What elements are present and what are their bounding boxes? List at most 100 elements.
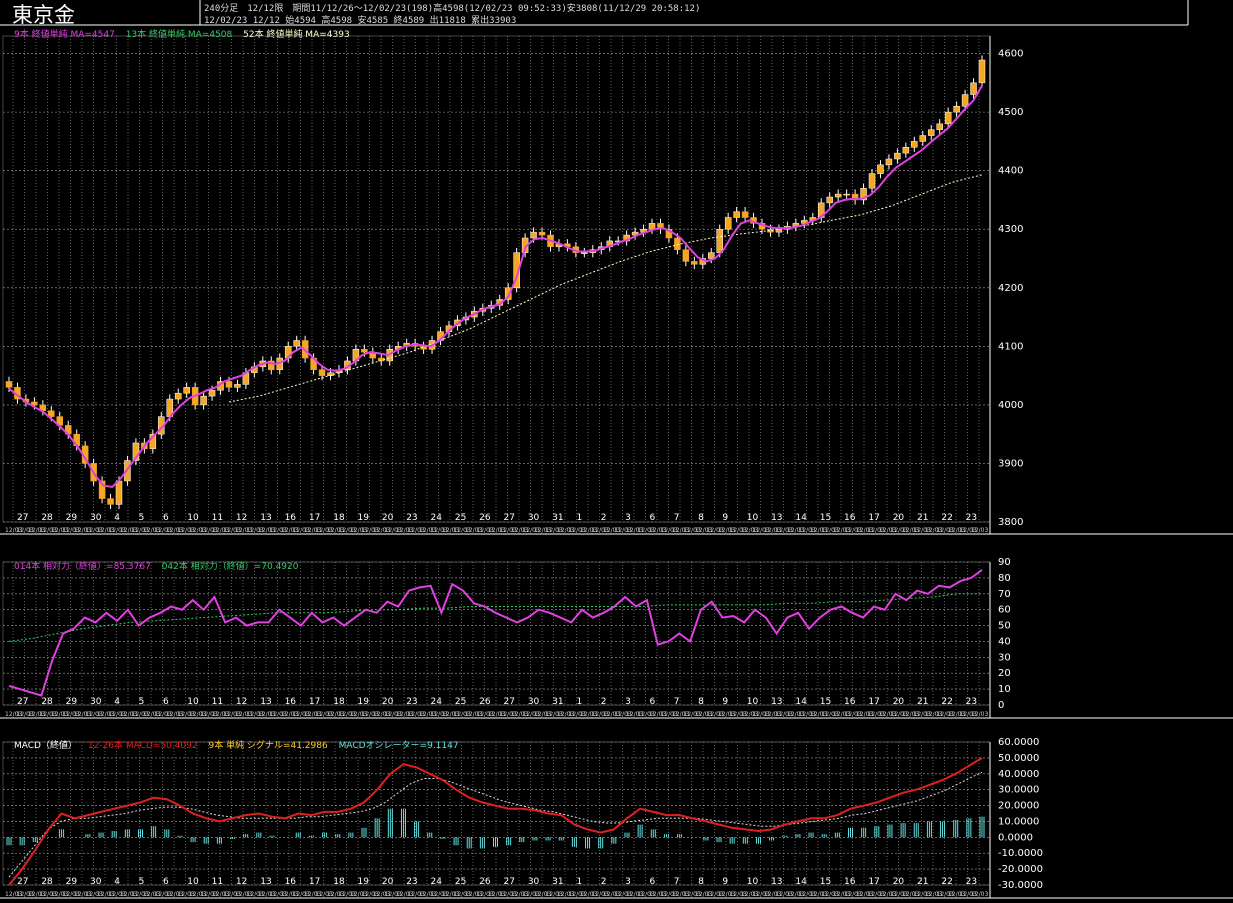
signal-legend: 9本 単純 シグナル=41.2986 <box>208 741 328 751</box>
rsi-x-date-label: 27 <box>17 697 28 707</box>
candle-body <box>877 164 884 174</box>
price-x-date-label: 27 <box>504 513 515 523</box>
rsi-x-date-label: 18 <box>333 697 345 707</box>
macd-x-date-label: 7 <box>674 877 680 887</box>
candle-body <box>183 387 190 394</box>
rsi-x-date-label: 10 <box>187 697 199 707</box>
candle-body <box>716 228 723 253</box>
ma9-line <box>8 85 983 488</box>
macd-x-date-label: 16 <box>844 877 856 887</box>
candle-body <box>674 237 681 250</box>
price-x-date-label: 21 <box>917 513 928 523</box>
price-x-date-label: 30 <box>90 513 102 523</box>
candle-body <box>107 498 114 505</box>
price-y-tick-label: 4200 <box>998 283 1023 294</box>
macd-x-date-label: 9 <box>722 877 728 887</box>
price-x-date-label: 12 <box>236 513 247 523</box>
rsi-x-date-label: 26 <box>479 697 491 707</box>
candle-body <box>834 193 842 198</box>
price-x-date-label: 20 <box>893 513 905 523</box>
candle-body <box>961 94 969 107</box>
price-y-tick-label: 4600 <box>998 49 1023 60</box>
rsi-x-date-label: 23 <box>966 697 977 707</box>
price-x-date-label: 28 <box>41 513 53 523</box>
rsi-legend: 014本 相対力（終値）=85.3767 042本 相対力（終値）=70.492… <box>14 559 307 572</box>
rsi-x-date-label: 23 <box>406 697 417 707</box>
price-y-tick-label: 4100 <box>998 341 1023 352</box>
price-x-date-label: 18 <box>333 513 345 523</box>
macd-x-date-label: 29 <box>66 877 78 887</box>
macd-x-date-label: 21 <box>917 877 928 887</box>
chart-canvas: 38003900400041004200430044004500460027 28… <box>0 0 1233 899</box>
price-x-date-label: 1 <box>576 513 582 523</box>
rsi-x-date-label: 13 <box>260 697 271 707</box>
price-x-date-label: 17 <box>868 513 879 523</box>
rsi-x-date-label: 20 <box>893 697 905 707</box>
macd-x-date-label: 14 <box>795 877 807 887</box>
price-x-date-label: 13 <box>260 513 271 523</box>
rsi-x-date-label: 14 <box>795 697 807 707</box>
price-x-date-label: 27 <box>17 513 28 523</box>
candle-body <box>234 384 241 388</box>
rsi-x-date-label: 7 <box>674 697 680 707</box>
price-x-date-label: 14 <box>795 513 807 523</box>
macd-y-tick-label: 40.0000 <box>998 769 1039 780</box>
candle-body <box>902 147 910 154</box>
candle-body <box>927 129 935 136</box>
macd-x-date-label: 1 <box>576 877 582 887</box>
rsi-x-date-label: 24 <box>431 697 443 707</box>
candle-body <box>225 381 233 388</box>
macd-x-date-label: 17 <box>309 877 320 887</box>
rsi-y-tick-label: 50 <box>998 621 1011 632</box>
macd-y-tick-label: 0.0000 <box>998 832 1033 843</box>
macd-x-date-label: 12 <box>236 877 247 887</box>
candle-body <box>581 252 588 254</box>
price-x-date-label: 6 <box>649 513 655 523</box>
ohlc-info: 12/02/23 12/12 始4594 高4598 安4585 終4589 出… <box>204 16 517 26</box>
rsi-x-date-label: 11 <box>212 697 223 707</box>
rsi-x-date-label: 5 <box>139 697 145 707</box>
macd-x-date-label: 6 <box>163 877 169 887</box>
candle-body <box>894 152 901 160</box>
price-x-date-label: 30 <box>528 513 540 523</box>
macd-x-date-label: 5 <box>139 877 145 887</box>
macd-x-date-label: 20 <box>382 877 394 887</box>
macd-x-date-label: 8 <box>698 877 704 887</box>
candle-body <box>885 158 893 166</box>
rsi-x-date-label: 30 <box>528 697 540 707</box>
macd-x-date-label: 20 <box>893 877 905 887</box>
candle-body <box>978 59 986 84</box>
price-x-date-label: 25 <box>455 513 466 523</box>
candle-body <box>208 390 216 397</box>
price-x-date-label: 15 <box>820 513 831 523</box>
price-x-date-label: 4 <box>114 513 120 523</box>
candle-body <box>691 261 698 265</box>
rsi-x-date-label: 27 <box>504 697 515 707</box>
macd-title: MACD（終値） <box>14 741 77 751</box>
candle-body <box>361 349 368 353</box>
rsi-x-date-label: 19 <box>358 697 370 707</box>
rsi-x-time-label: 12/03 <box>971 711 988 718</box>
candle-body <box>733 211 740 218</box>
price-x-date-label: 2 <box>601 513 607 523</box>
candle-body <box>538 231 546 236</box>
macd-x-date-label: 6 <box>649 877 655 887</box>
rsi-x-date-label: 25 <box>455 697 466 707</box>
rsi-x-date-label: 21 <box>917 697 928 707</box>
rsi-x-date-label: 17 <box>868 697 879 707</box>
macd-x-date-label: 23 <box>406 877 417 887</box>
macd-x-date-label: 10 <box>747 877 759 887</box>
ma13-legend: 13本 終値単純 MA=4508 <box>125 30 233 40</box>
price-x-date-label: 22 <box>941 513 952 523</box>
rsi-y-tick-label: 10 <box>998 684 1011 695</box>
rsi-y-tick-label: 20 <box>998 668 1011 679</box>
candle-body <box>843 193 850 196</box>
ma52-line <box>228 174 983 403</box>
macd-y-tick-label: 60.0000 <box>998 737 1039 748</box>
rsi-x-date-label: 20 <box>382 697 394 707</box>
macd-legend: MACD（終値） 12-26本 MACD=50.4092 9本 単純 シグナル=… <box>14 738 467 751</box>
price-y-tick-label: 4300 <box>998 224 1023 235</box>
macd-x-date-label: 27 <box>17 877 28 887</box>
macd-x-date-label: 25 <box>455 877 466 887</box>
candle-body <box>970 82 977 95</box>
